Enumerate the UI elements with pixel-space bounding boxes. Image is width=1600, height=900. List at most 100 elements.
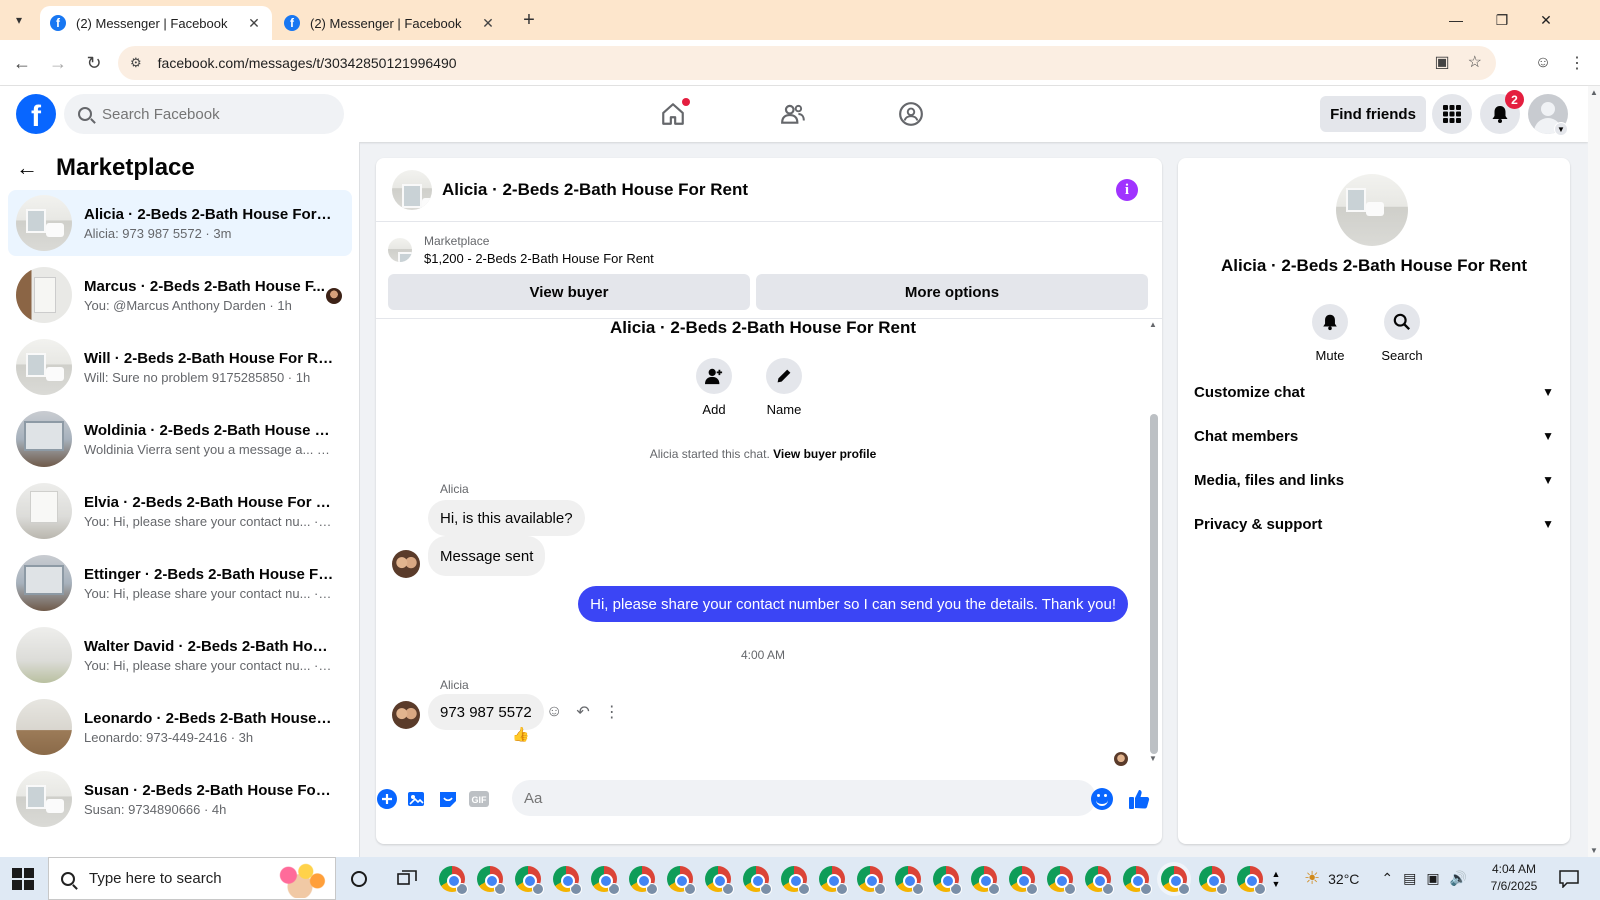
sender-avatar[interactable] [392,701,420,729]
browser-tab-1[interactable]: f (2) Messenger | Facebook ✕ [40,6,272,40]
conversation-item[interactable]: Woldinia · 2-Beds 2-Bath House F... Wold… [8,406,352,472]
chat-title[interactable]: Alicia · 2-Beds 2-Bath House For Rent [442,180,748,200]
scroll-up-icon[interactable]: ▲ [1149,320,1157,329]
chrome-taskbar-icon[interactable] [1123,866,1152,895]
close-tab-icon[interactable]: ✕ [480,15,496,32]
back-arrow-icon[interactable]: ← [16,155,38,181]
profile-icon[interactable]: ☺ [1530,50,1556,76]
section-media-files-links[interactable]: Media, files and links ▼ [1194,460,1554,500]
section-customize-chat[interactable]: Customize chat ▼ [1194,372,1554,412]
incoming-message[interactable]: Message sent [428,536,546,576]
name-action[interactable]: Name [754,358,814,417]
find-friends-button[interactable]: Find friends [1320,96,1426,132]
chrome-taskbar-icon[interactable] [629,866,658,895]
emoji-icon[interactable] [1091,788,1113,810]
react-icon[interactable]: ☺ [546,703,562,721]
nav-groups[interactable] [856,86,966,142]
conversation-item[interactable]: Ettinger · 2-Beds 2-Bath House For... Yo… [8,550,352,616]
scroll-thumb[interactable] [1150,414,1158,754]
chevron-up-icon[interactable]: ▲ [1272,869,1281,879]
chrome-taskbar-icon[interactable] [1161,866,1190,895]
bookmark-star-icon[interactable]: ☆ [1468,52,1482,72]
conversation-item[interactable]: Alicia · 2-Beds 2-Bath House For R... Al… [8,190,352,256]
reload-icon[interactable]: ↻ [80,49,108,77]
tab-search-chevron-icon[interactable]: ▾ [6,8,32,32]
nav-friends[interactable] [738,86,848,142]
message-reaction[interactable]: 👍 [512,726,529,743]
site-info-icon[interactable]: ⚙ [130,55,142,71]
windows-start-icon[interactable] [12,868,34,890]
browser-menu-icon[interactable]: ⋮ [1564,50,1590,76]
conversation-item[interactable]: Susan · 2-Beds 2-Bath House For R... Sus… [8,766,352,832]
weather-icon[interactable]: ☀ [1304,868,1320,889]
conversation-item[interactable]: Elvia · 2-Beds 2-Bath House For Rent You… [8,478,352,544]
chrome-taskbar-icon[interactable] [895,866,924,895]
taskbar-search[interactable]: Type here to search [48,857,336,900]
page-scrollbar[interactable]: ▲ ▼ [1588,86,1600,857]
listing-summary[interactable]: Marketplace $1,200 - 2-Beds 2-Bath House… [388,230,654,270]
gif-icon[interactable]: GIF [468,788,490,810]
sticker-icon[interactable] [437,788,459,810]
new-tab-button[interactable]: + [516,8,542,32]
mute-action[interactable]: Mute [1300,304,1360,363]
chrome-taskbar-icon[interactable] [515,866,544,895]
omnibox[interactable]: ⚙ facebook.com/messages/t/30342850121996… [118,46,1496,80]
camera-icon[interactable]: ▣ [1426,870,1439,887]
chrome-taskbar-icon[interactable] [971,866,1000,895]
volume-icon[interactable]: 🔊 [1450,870,1467,887]
facebook-logo-icon[interactable]: f [16,94,56,134]
chat-scrollbar[interactable]: ▲ ▼ [1148,318,1160,766]
chevron-down-icon[interactable]: ▼ [1272,879,1281,889]
taskbar-overflow-arrows[interactable]: ▲ ▼ [1265,861,1287,897]
incoming-message[interactable]: Hi, is this available? [428,500,585,536]
photo-icon[interactable] [406,788,428,810]
chrome-taskbar-icon[interactable] [477,866,506,895]
menu-grid-button[interactable] [1432,94,1472,134]
nav-home[interactable] [618,86,728,142]
add-people-action[interactable]: Add [684,358,744,417]
account-chevron-icon[interactable]: ▼ [1554,122,1568,136]
sender-avatar[interactable] [392,550,420,578]
chrome-taskbar-icon[interactable] [1047,866,1076,895]
search-action[interactable]: Search [1372,304,1432,363]
chrome-taskbar-icon[interactable] [819,866,848,895]
minimize-icon[interactable]: — [1434,4,1478,36]
facebook-search-input[interactable] [102,105,322,123]
close-window-icon[interactable]: ✕ [1524,4,1568,36]
chrome-taskbar-icon[interactable] [705,866,734,895]
chrome-taskbar-icon[interactable] [667,866,696,895]
network-icon[interactable]: ▤ [1403,870,1416,887]
reply-icon[interactable]: ↶ [576,702,589,722]
install-app-icon[interactable]: ▣ [1435,52,1450,72]
forward-icon[interactable]: → [44,49,72,77]
outgoing-message[interactable]: Hi, please share your contact number so … [578,586,1128,622]
chrome-taskbar-icon[interactable] [857,866,886,895]
conversation-item[interactable]: Leonardo · 2-Beds 2-Bath House F... Leon… [8,694,352,760]
temperature[interactable]: 32°C [1328,871,1359,887]
chrome-taskbar-icon[interactable] [743,866,772,895]
conversation-item[interactable]: Marcus · 2-Beds 2-Bath House F... You: @… [8,262,352,328]
view-buyer-profile-link[interactable]: View buyer profile [773,447,876,461]
scroll-down-icon[interactable]: ▼ [1590,846,1598,855]
chrome-taskbar-icon[interactable] [1237,866,1266,895]
chrome-taskbar-icon[interactable] [933,866,962,895]
scroll-down-icon[interactable]: ▼ [1149,754,1157,763]
more-options-button[interactable]: More options [756,274,1148,310]
more-actions-plus-icon[interactable] [376,788,398,810]
message-input[interactable] [512,780,1096,816]
incoming-message[interactable]: 973 987 5572 [428,694,544,730]
notifications-button[interactable]: 2 [1480,90,1524,134]
facebook-search[interactable] [64,94,344,134]
chrome-taskbar-icon[interactable] [781,866,810,895]
cortana-icon[interactable] [348,868,370,890]
close-tab-icon[interactable]: ✕ [246,15,262,32]
chat-thumbnail[interactable] [392,169,432,210]
notification-center-icon[interactable] [1558,868,1580,890]
taskbar-clock[interactable]: 4:04 AM 7/6/2025 [1480,861,1548,895]
chrome-taskbar-icon[interactable] [553,866,582,895]
chrome-taskbar-icon[interactable] [1009,866,1038,895]
task-view-icon[interactable] [396,868,418,890]
restore-icon[interactable]: ❐ [1480,4,1524,36]
scroll-up-icon[interactable]: ▲ [1590,88,1598,97]
section-chat-members[interactable]: Chat members ▼ [1194,416,1554,456]
